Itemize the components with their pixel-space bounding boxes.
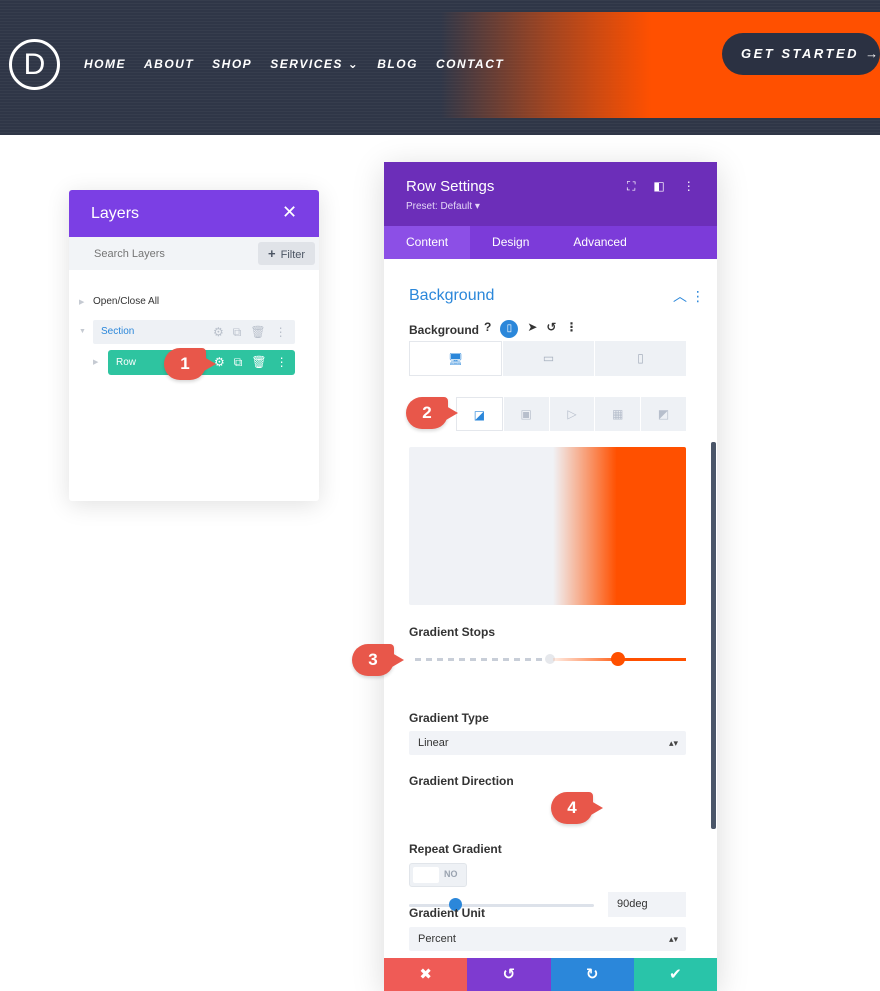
undo-button[interactable]: ↺ bbox=[467, 958, 551, 991]
divi-logo[interactable]: D bbox=[9, 39, 60, 90]
layers-search-bar: + Filter bbox=[69, 237, 319, 270]
hover-cursor-icon[interactable]: ➤ bbox=[527, 320, 537, 338]
row-label: Row bbox=[116, 357, 137, 368]
gear-icon[interactable]: ⚙ bbox=[213, 325, 224, 340]
pattern-icon[interactable]: ▦ bbox=[595, 397, 641, 431]
select-caret-icon: ▴▾ bbox=[668, 934, 678, 944]
tablet-icon[interactable]: ▭ bbox=[503, 341, 594, 376]
more-icon[interactable]: ⋮ bbox=[276, 355, 288, 370]
open-close-all[interactable]: Open/Close All bbox=[93, 296, 159, 307]
step-badge-2: 2 bbox=[406, 397, 458, 429]
filter-label: Filter bbox=[280, 249, 306, 261]
gradient-preview bbox=[409, 447, 686, 605]
background-type-tabs: ◪ ▣ ▷ ▦ ◩ bbox=[456, 397, 686, 431]
save-button[interactable]: ✔ bbox=[633, 958, 717, 991]
fullscreen-icon[interactable]: ⛶ bbox=[627, 179, 635, 194]
nav-home[interactable]: HOME bbox=[84, 57, 126, 71]
toggle-state: NO bbox=[444, 869, 458, 879]
cancel-button[interactable]: ✖ bbox=[384, 958, 468, 991]
main-nav: HOME ABOUT SHOP SERVICES ⌄ BLOG CONTACT bbox=[84, 57, 504, 71]
modal-footer: ✖ ↺ ↻ ✔ bbox=[384, 958, 717, 991]
layers-title: Layers bbox=[91, 205, 140, 222]
filter-button[interactable]: + Filter bbox=[258, 242, 315, 265]
end-stop-handle[interactable] bbox=[611, 652, 625, 666]
video-icon[interactable]: ▷ bbox=[549, 397, 595, 431]
gradient-stops-label: Gradient Stops bbox=[409, 625, 496, 639]
modal-tabs: Content Design Advanced bbox=[384, 226, 717, 259]
tab-advanced[interactable]: Advanced bbox=[551, 226, 648, 259]
duplicate-icon[interactable]: ⧉ bbox=[233, 325, 242, 340]
redo-button[interactable]: ↻ bbox=[550, 958, 634, 991]
row-actions: ⚙ ⧉ 🗑 ⋮ bbox=[214, 355, 288, 370]
trash-icon[interactable]: 🗑 bbox=[251, 355, 266, 370]
repeat-gradient-label: Repeat Gradient bbox=[409, 842, 502, 856]
nav-services[interactable]: SERVICES ⌄ bbox=[270, 57, 359, 71]
modal-title: Row Settings bbox=[406, 178, 495, 195]
gradient-type-value: Linear bbox=[418, 737, 449, 749]
reset-icon[interactable]: ↺ bbox=[546, 320, 556, 338]
split-view-icon[interactable]: ◧ bbox=[653, 179, 664, 194]
get-started-button[interactable]: GET STARTED → bbox=[722, 33, 880, 75]
collapse-icon[interactable]: ︿ ⋮ bbox=[673, 286, 705, 306]
image-icon[interactable]: ▣ bbox=[503, 397, 549, 431]
gradient-unit-label: Gradient Unit bbox=[409, 906, 486, 920]
gradient-stops-bar[interactable] bbox=[415, 652, 686, 666]
modal-body: Background ︿ ⋮ Background ? ▯ ➤ ↺ ⋮ 🖥 ▭ … bbox=[384, 259, 717, 961]
close-icon[interactable]: ✕ bbox=[282, 202, 297, 223]
step-badge-1: 1 bbox=[164, 348, 216, 380]
stops-track-empty bbox=[415, 658, 547, 661]
more-icon[interactable]: ⋮ bbox=[683, 179, 695, 194]
gradient-unit-select[interactable]: Percent ▴▾ bbox=[409, 927, 686, 951]
tab-content[interactable]: Content bbox=[384, 226, 471, 259]
desktop-icon[interactable]: 🖥 bbox=[409, 341, 502, 376]
plus-icon: + bbox=[267, 246, 276, 261]
duplicate-icon[interactable]: ⧉ bbox=[234, 355, 243, 370]
nav-contact[interactable]: CONTACT bbox=[436, 57, 504, 71]
select-caret-icon: ▴▾ bbox=[668, 738, 678, 748]
tab-design[interactable]: Design bbox=[470, 226, 551, 259]
layer-section[interactable]: Section ⚙ ⧉ 🗑 ⋮ bbox=[93, 320, 295, 344]
section-actions: ⚙ ⧉ 🗑 ⋮ bbox=[213, 325, 287, 340]
background-label: Background bbox=[409, 323, 480, 337]
gradient-icon[interactable]: ◪ bbox=[456, 397, 503, 431]
layers-panel: Layers ✕ + Filter ▶ Open/Close All ▼ Sec… bbox=[69, 190, 319, 501]
section-label: Section bbox=[101, 326, 135, 337]
mask-icon[interactable]: ◩ bbox=[641, 397, 686, 431]
preset-dropdown[interactable]: Preset: Default ▾ bbox=[406, 201, 480, 212]
nav-shop[interactable]: SHOP bbox=[212, 57, 252, 71]
site-header: D HOME ABOUT SHOP SERVICES ⌄ BLOG CONTAC… bbox=[0, 0, 880, 135]
responsive-icon[interactable]: ▯ bbox=[500, 320, 519, 338]
caret-right-icon[interactable]: ▶ bbox=[93, 358, 98, 366]
modal-header-actions: ⛶ ◧ ⋮ bbox=[627, 179, 695, 194]
gradient-type-select[interactable]: Linear ▴▾ bbox=[409, 731, 686, 755]
more-icon[interactable]: ⋮ bbox=[275, 325, 287, 340]
toggle-knob bbox=[413, 867, 439, 883]
nav-blog[interactable]: BLOG bbox=[377, 57, 418, 71]
trash-icon[interactable]: 🗑 bbox=[250, 325, 265, 340]
phone-icon[interactable]: ▯ bbox=[595, 341, 686, 376]
device-tabs: 🖥 ▭ ▯ bbox=[409, 341, 686, 376]
step-badge-4: 4 bbox=[551, 792, 603, 824]
gradient-direction-input[interactable]: 90deg bbox=[608, 892, 686, 917]
repeat-gradient-toggle[interactable]: NO bbox=[409, 863, 467, 887]
help-icon[interactable]: ? bbox=[484, 320, 491, 338]
nav-about[interactable]: ABOUT bbox=[144, 57, 194, 71]
search-layers-input[interactable] bbox=[69, 237, 257, 270]
more-icon[interactable]: ⋮ bbox=[565, 320, 577, 338]
caret-right-icon[interactable]: ▶ bbox=[79, 298, 84, 306]
background-section-title[interactable]: Background bbox=[409, 287, 494, 305]
step-badge-3: 3 bbox=[352, 644, 404, 676]
background-tools: ? ▯ ➤ ↺ ⋮ bbox=[484, 320, 577, 338]
gradient-type-label: Gradient Type bbox=[409, 711, 489, 725]
modal-header: Row Settings Preset: Default ▾ ⛶ ◧ ⋮ bbox=[384, 162, 717, 226]
gradient-unit-value: Percent bbox=[418, 933, 456, 945]
caret-down-icon[interactable]: ▼ bbox=[79, 328, 86, 335]
row-settings-modal: Row Settings Preset: Default ▾ ⛶ ◧ ⋮ Con… bbox=[384, 162, 717, 991]
layers-header: Layers ✕ bbox=[69, 190, 319, 237]
modal-scrollbar[interactable] bbox=[711, 442, 716, 829]
gradient-direction-label: Gradient Direction bbox=[409, 774, 514, 788]
